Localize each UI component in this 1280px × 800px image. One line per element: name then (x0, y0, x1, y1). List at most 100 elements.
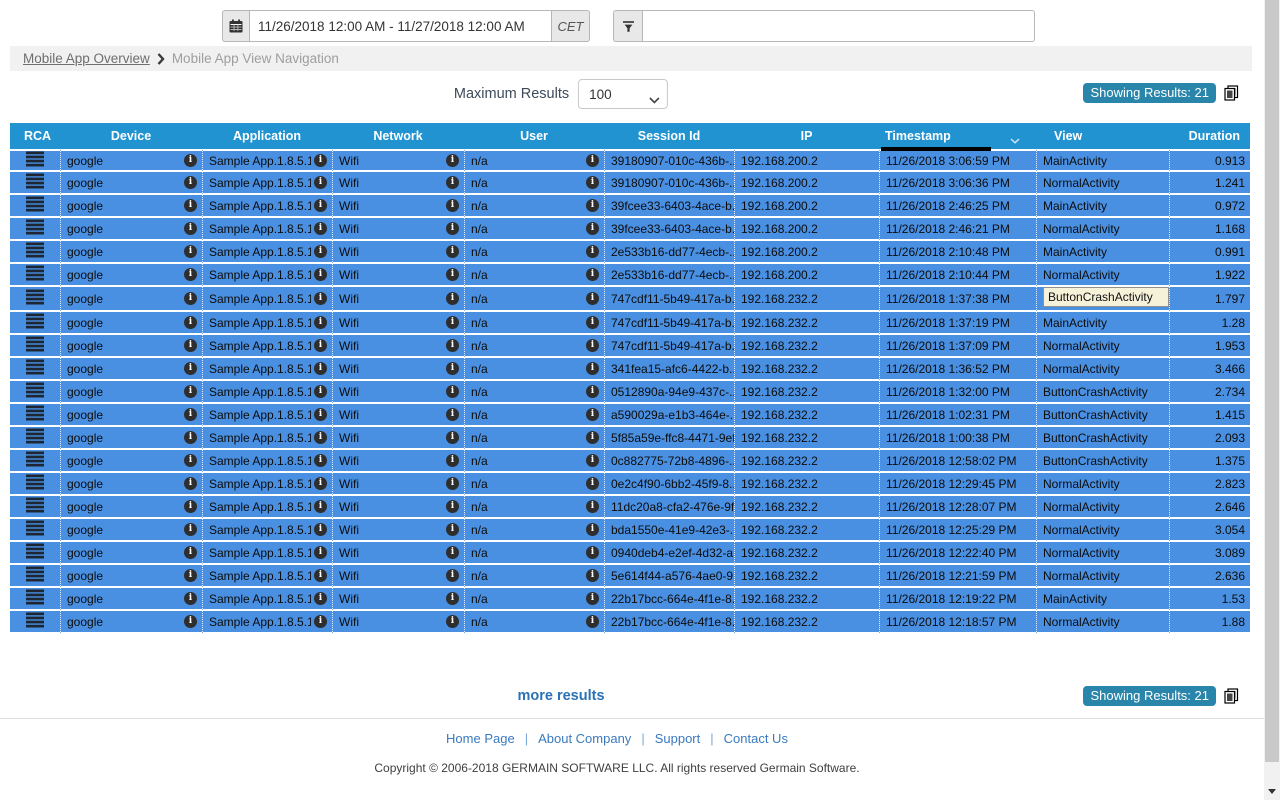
info-icon[interactable]: i (586, 292, 599, 305)
column-header-duration[interactable]: Duration (1169, 123, 1250, 149)
table-row[interactable]: google i Sample App.1.8.5.1-SN i Wifi i … (10, 565, 1250, 588)
info-icon[interactable]: i (184, 292, 197, 305)
column-header-timestamp[interactable]: Timestamp (879, 123, 1036, 149)
info-icon[interactable]: i (184, 569, 197, 582)
cell-rca[interactable] (10, 172, 60, 195)
rca-menu-icon[interactable] (26, 336, 44, 352)
cell-rca[interactable] (10, 519, 60, 542)
info-icon[interactable]: i (184, 431, 197, 444)
table-row[interactable]: google i Sample App.1.8.5.1-SN i Wifi i … (10, 473, 1250, 496)
table-row[interactable]: google i Sample App.1.8.5.1-SN i Wifi i … (10, 149, 1250, 172)
scroll-down-arrow[interactable] (1264, 784, 1280, 798)
cell-view[interactable]: NormalActivity (1036, 172, 1169, 195)
info-icon[interactable]: i (446, 477, 459, 490)
info-icon[interactable]: i (586, 431, 599, 444)
info-icon[interactable]: i (446, 523, 459, 536)
info-icon[interactable]: i (314, 569, 327, 582)
column-header-rca[interactable]: RCA (10, 123, 60, 149)
info-icon[interactable]: i (314, 245, 327, 258)
info-icon[interactable]: i (446, 615, 459, 628)
table-row[interactable]: google i Sample App.1.8.5.1-SN i Wifi i … (10, 218, 1250, 241)
table-row[interactable]: google i Sample App.1.8.5.1-SN i Wifi i … (10, 358, 1250, 381)
rca-menu-icon[interactable] (26, 382, 44, 398)
table-row[interactable]: google i Sample App.1.8.5.1-SN i Wifi i … (10, 496, 1250, 519)
info-icon[interactable]: i (314, 268, 327, 281)
cell-rca[interactable] (10, 450, 60, 473)
column-header-view[interactable]: View (1036, 123, 1169, 149)
info-icon[interactable]: i (586, 454, 599, 467)
info-icon[interactable]: i (184, 176, 197, 189)
cell-rca[interactable] (10, 264, 60, 287)
cell-rca[interactable] (10, 565, 60, 588)
info-icon[interactable]: i (184, 268, 197, 281)
rca-menu-icon[interactable] (26, 151, 44, 167)
column-header-device[interactable]: Device (60, 123, 202, 149)
info-icon[interactable]: i (446, 154, 459, 167)
breadcrumb-parent-link[interactable]: Mobile App Overview (23, 51, 150, 66)
table-row[interactable]: google i Sample App.1.8.5.1-SN i Wifi i … (10, 450, 1250, 473)
cell-view[interactable]: ButtonCrashActivity (1036, 381, 1169, 404)
cell-view[interactable]: MainActivity (1036, 588, 1169, 611)
info-icon[interactable]: i (314, 199, 327, 212)
rca-menu-icon[interactable] (26, 543, 44, 559)
search-input[interactable] (642, 10, 1035, 42)
rca-menu-icon[interactable] (26, 520, 44, 536)
cell-view[interactable]: NormalActivity (1036, 358, 1169, 381)
info-icon[interactable]: i (314, 523, 327, 536)
column-header-network[interactable]: Network (332, 123, 464, 149)
info-icon[interactable]: i (184, 385, 197, 398)
table-row[interactable]: google i Sample App.1.8.5.1-SN i Wifi i … (10, 335, 1250, 358)
rca-menu-icon[interactable] (26, 566, 44, 582)
info-icon[interactable]: i (446, 316, 459, 329)
cell-view[interactable]: ButtonCrashActivity (1036, 287, 1169, 312)
info-icon[interactable]: i (586, 268, 599, 281)
info-icon[interactable]: i (184, 245, 197, 258)
info-icon[interactable]: i (586, 385, 599, 398)
max-results-select[interactable]: 100 (578, 79, 668, 109)
cell-rca[interactable] (10, 588, 60, 611)
info-icon[interactable]: i (586, 477, 599, 490)
more-results-link[interactable]: more results (517, 688, 604, 704)
info-icon[interactable]: i (586, 592, 599, 605)
info-icon[interactable]: i (314, 615, 327, 628)
info-icon[interactable]: i (184, 339, 197, 352)
rca-menu-icon[interactable] (26, 265, 44, 281)
cell-rca[interactable] (10, 496, 60, 519)
cell-rca[interactable] (10, 149, 60, 172)
info-icon[interactable]: i (586, 523, 599, 536)
info-icon[interactable]: i (314, 339, 327, 352)
info-icon[interactable]: i (184, 154, 197, 167)
cell-rca[interactable] (10, 287, 60, 312)
info-icon[interactable]: i (586, 500, 599, 513)
info-icon[interactable]: i (446, 546, 459, 559)
cell-rca[interactable] (10, 542, 60, 565)
table-row[interactable]: google i Sample App.1.8.5.1-SN i Wifi i … (10, 195, 1250, 218)
table-row[interactable]: google i Sample App.1.8.5.1-SN i Wifi i … (10, 519, 1250, 542)
cell-rca[interactable] (10, 195, 60, 218)
rca-menu-icon[interactable] (26, 219, 44, 235)
info-icon[interactable]: i (184, 477, 197, 490)
cell-view[interactable]: NormalActivity (1036, 565, 1169, 588)
info-icon[interactable]: i (314, 362, 327, 375)
info-icon[interactable]: i (586, 569, 599, 582)
info-icon[interactable]: i (586, 222, 599, 235)
column-header-user[interactable]: User (464, 123, 604, 149)
info-icon[interactable]: i (586, 408, 599, 421)
footer-link-contact[interactable]: Contact Us (724, 731, 788, 746)
rca-menu-icon[interactable] (26, 196, 44, 212)
info-icon[interactable]: i (446, 245, 459, 258)
info-icon[interactable]: i (586, 362, 599, 375)
rca-menu-icon[interactable] (26, 497, 44, 513)
table-row[interactable]: google i Sample App.1.8.5.1-SN i Wifi i … (10, 404, 1250, 427)
footer-link-support[interactable]: Support (655, 731, 701, 746)
cell-view[interactable]: NormalActivity (1036, 542, 1169, 565)
info-icon[interactable]: i (314, 546, 327, 559)
cell-rca[interactable] (10, 218, 60, 241)
info-icon[interactable]: i (184, 408, 197, 421)
cell-rca[interactable] (10, 473, 60, 496)
table-row[interactable]: google i Sample App.1.8.5.1-SN i Wifi i … (10, 588, 1250, 611)
info-icon[interactable]: i (446, 592, 459, 605)
info-icon[interactable]: i (314, 408, 327, 421)
info-icon[interactable]: i (184, 222, 197, 235)
cell-view[interactable]: NormalActivity (1036, 611, 1169, 634)
